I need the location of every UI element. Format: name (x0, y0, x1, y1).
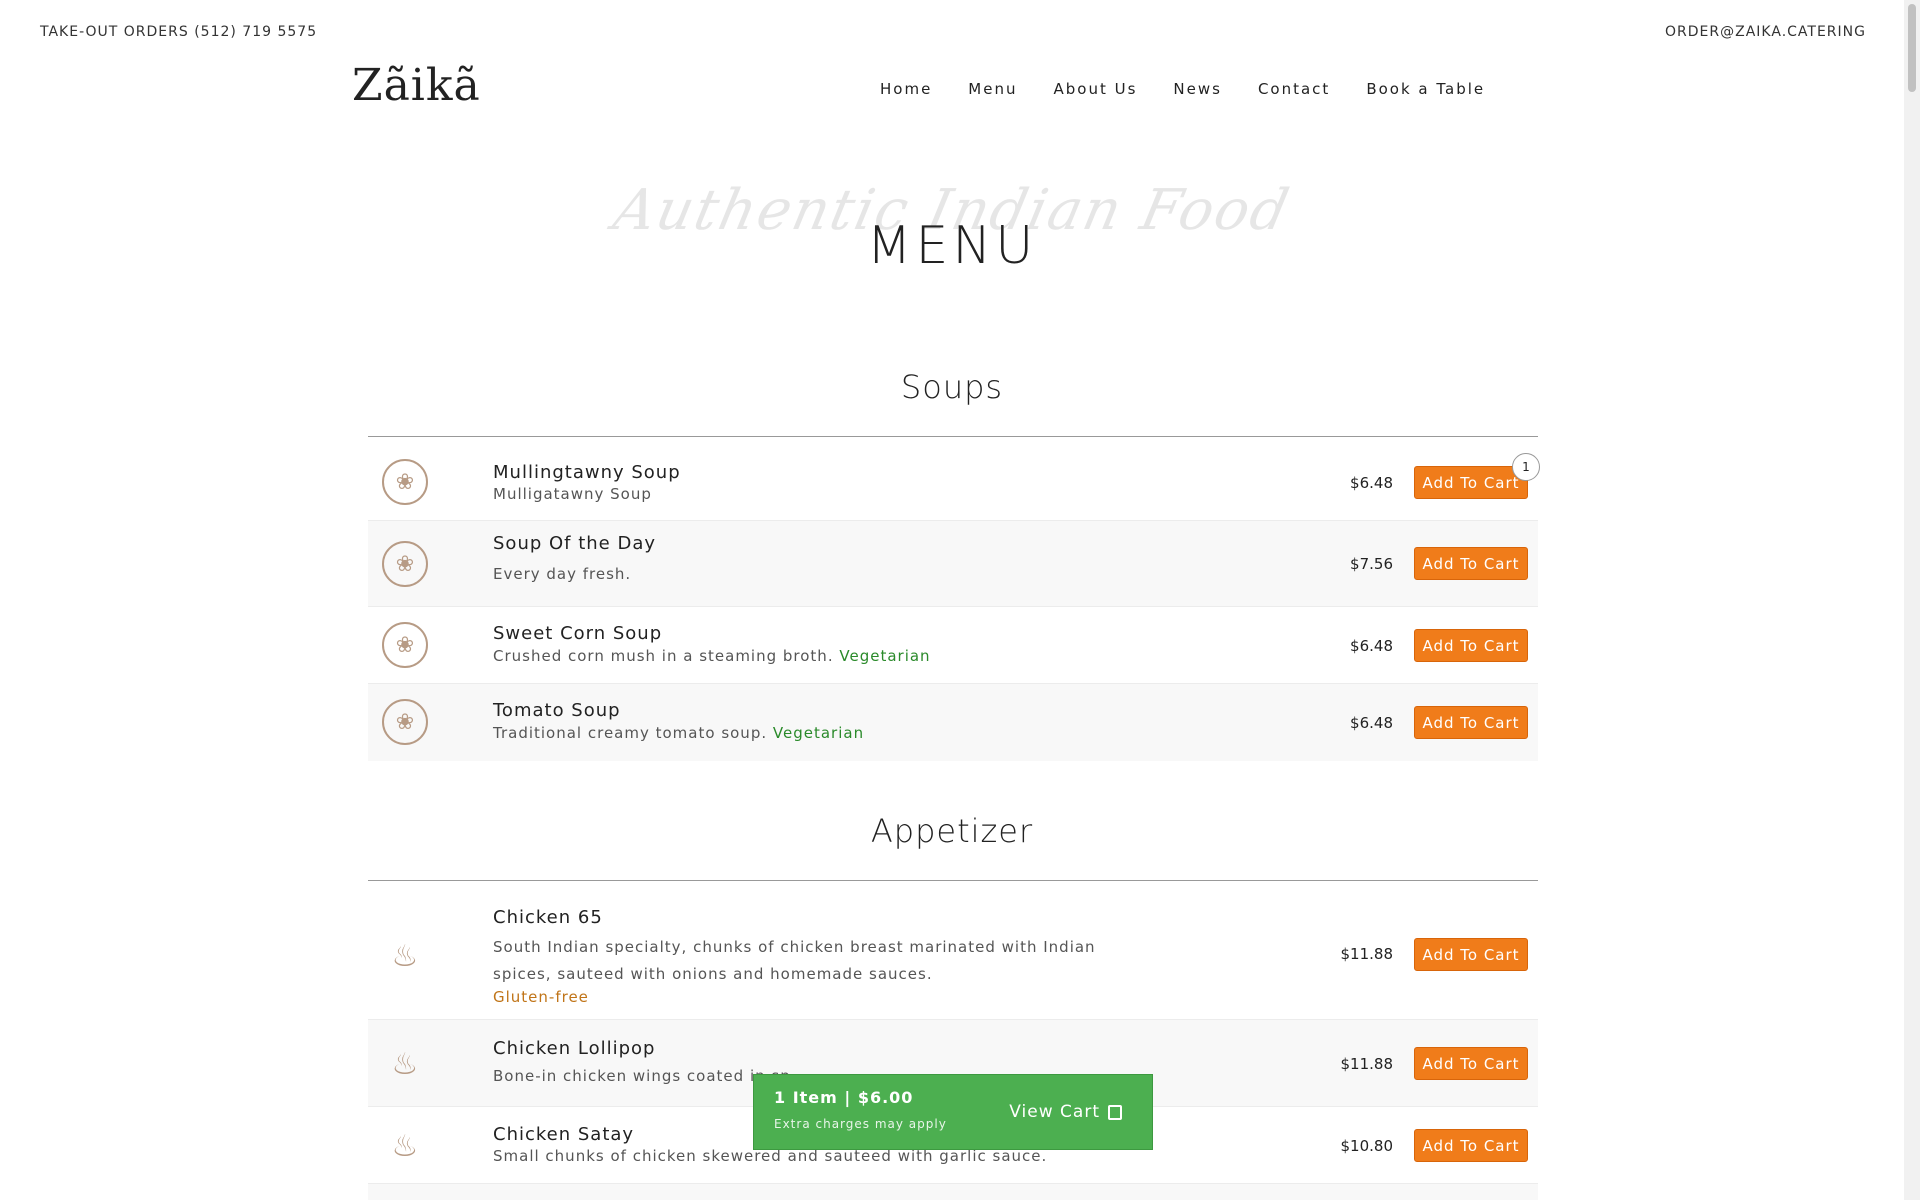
soup-bowl-icon: ❀ (382, 622, 428, 668)
add-to-cart-button[interactable]: Add To Cart (1414, 629, 1528, 662)
item-price: $7.56 (1350, 555, 1393, 573)
page-scrollbar[interactable] (1904, 0, 1920, 1200)
shopping-bag-icon (1108, 1104, 1122, 1120)
item-description: Crushed corn mush in a steaming broth. V… (493, 643, 1153, 670)
soup-bowl-icon: ❀ (382, 699, 428, 745)
menu-item-partial (368, 1184, 1538, 1200)
item-description: South Indian specialty, chunks of chicke… (493, 938, 1096, 983)
item-description: Every day fresh. (493, 565, 632, 583)
soups-list: ❀ Mullingtawny Soup Mulligatawny Soup $6… (368, 437, 1540, 761)
soup-bowl-icon: ❀ (382, 541, 428, 587)
item-price: $10.80 (1340, 1137, 1394, 1155)
add-to-cart-button[interactable]: Add To Cart (1414, 938, 1528, 971)
soup-bowl-icon: ❀ (382, 459, 428, 505)
add-to-cart-button[interactable]: Add To Cart (1414, 1047, 1528, 1080)
item-price: $6.48 (1350, 637, 1393, 655)
item-name: Mullingtawny Soup (493, 462, 681, 483)
nav-book-a-table[interactable]: Book a Table (1366, 80, 1485, 98)
item-price: $11.88 (1340, 945, 1394, 963)
item-description-text: Traditional creamy tomato soup. (493, 724, 768, 742)
add-to-cart-button[interactable]: Add To Cart (1414, 547, 1528, 580)
menu-item: ❀ Soup Of the Day Every day fresh. $7.56… (368, 521, 1538, 607)
menu-item: ❀ Sweet Corn Soup Crushed corn mush in a… (368, 607, 1538, 684)
roast-chicken-icon: ♨ (391, 1046, 419, 1082)
item-name: Tomato Soup (493, 700, 621, 721)
item-description: Traditional creamy tomato soup. Vegetari… (493, 720, 1153, 747)
cart-charges-note: Extra charges may apply (774, 1117, 947, 1131)
item-name: Sweet Corn Soup (493, 623, 663, 644)
item-name: Soup Of the Day (493, 533, 657, 554)
add-to-cart-button[interactable]: Add To Cart (1414, 706, 1528, 739)
menu-item: ❀ Tomato Soup Traditional creamy tomato … (368, 684, 1538, 761)
item-description-text: Crushed corn mush in a steaming broth. (493, 647, 834, 665)
nav-menu[interactable]: Menu (968, 80, 1017, 98)
cart-summary-bar[interactable]: 1 Item | $6.00 Extra charges may apply V… (753, 1074, 1153, 1150)
nav-home[interactable]: Home (880, 80, 932, 98)
gluten-free-tag: Gluten-free (493, 988, 589, 1006)
takeout-phone[interactable]: TAKE-OUT ORDERS (512) 719 5575 (40, 24, 317, 40)
top-bar: TAKE-OUT ORDERS (512) 719 5575 ORDER@ZAI… (0, 0, 1920, 64)
view-cart-button[interactable]: View Cart (1009, 1102, 1122, 1122)
vegetarian-tag: Vegetarian (839, 647, 931, 665)
section-title-appetizer: Appetizer (870, 812, 1034, 850)
nav-news[interactable]: News (1173, 80, 1222, 98)
item-name: Chicken Satay (493, 1124, 635, 1145)
roast-chicken-icon: ♨ (391, 938, 419, 974)
scrollbar-thumb[interactable] (1908, 4, 1916, 92)
item-price: $11.88 (1340, 1055, 1394, 1073)
cart-quantity-badge: 1 (1512, 453, 1540, 481)
add-to-cart-button[interactable]: Add To Cart (1414, 466, 1528, 499)
item-name: Chicken 65 (493, 907, 603, 928)
nav-about-us[interactable]: About Us (1053, 80, 1137, 98)
cart-item-summary: 1 Item | $6.00 (774, 1088, 914, 1107)
logo[interactable]: Zãikã (352, 60, 481, 111)
item-description: Mulligatawny Soup (493, 485, 652, 503)
menu-item: ♨ Chicken 65 South Indian specialty, chu… (368, 881, 1538, 1020)
add-to-cart-button[interactable]: Add To Cart (1414, 1129, 1528, 1162)
main-nav: Home Menu About Us News Contact Book a T… (880, 80, 1485, 98)
item-price: $6.48 (1350, 714, 1393, 732)
item-name: Chicken Lollipop (493, 1038, 656, 1059)
nav-contact[interactable]: Contact (1258, 80, 1330, 98)
appetizer-list: ♨ Chicken 65 South Indian specialty, chu… (368, 881, 1538, 1200)
item-price: $6.48 (1350, 474, 1393, 492)
page-title: MENU (866, 216, 1038, 276)
view-cart-label: View Cart (1009, 1102, 1100, 1122)
order-email[interactable]: ORDER@ZAIKA.CATERING (1665, 24, 1866, 40)
menu-item: ❀ Mullingtawny Soup Mulligatawny Soup $6… (368, 437, 1540, 521)
section-title-soups: Soups (900, 368, 1004, 406)
vegetarian-tag: Vegetarian (772, 724, 865, 742)
roast-chicken-icon: ♨ (391, 1128, 419, 1164)
